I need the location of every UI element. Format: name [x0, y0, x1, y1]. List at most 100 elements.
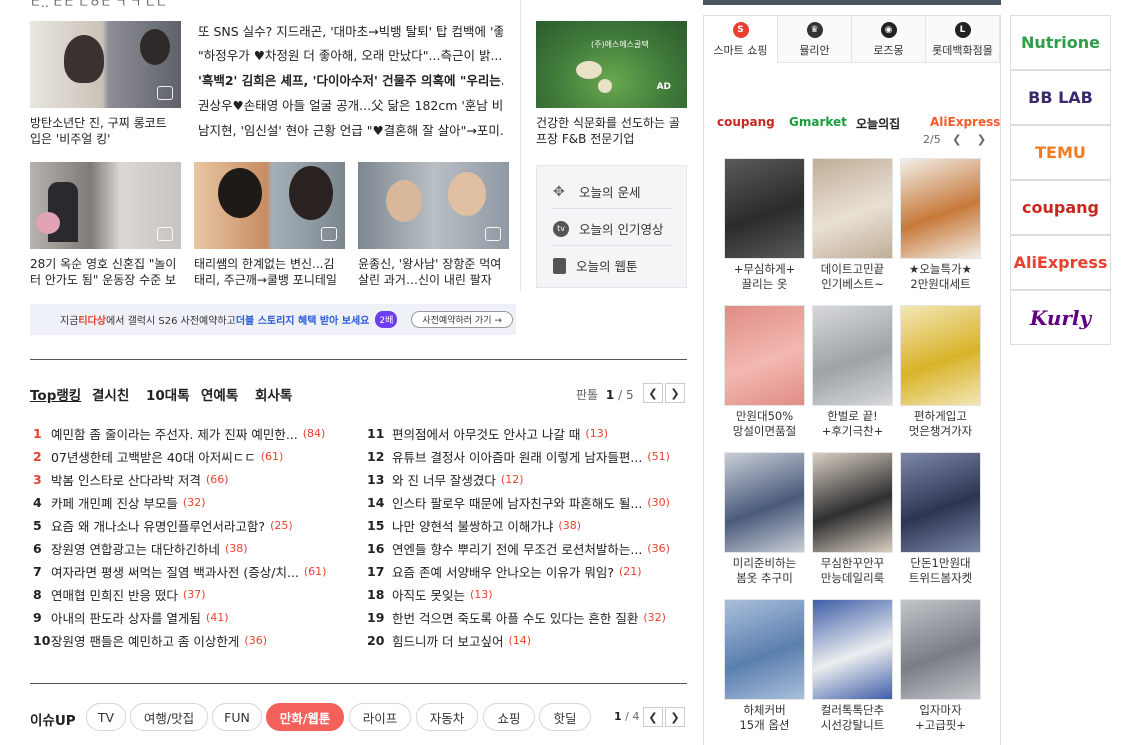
news-thumb-4[interactable] — [358, 162, 509, 249]
rank-comment-count: (61) — [260, 449, 284, 463]
product-card[interactable]: 하체커버 15개 옵션 — [724, 599, 805, 733]
issue-chip[interactable]: 여행/맛집 — [130, 703, 208, 731]
issue-chip[interactable]: FUN — [212, 703, 262, 731]
ranking-item[interactable]: 6 장원영 연합광고는 대단하긴하네 (38) — [33, 539, 353, 557]
news-caption-4[interactable]: 윤종신, '왕사남' 장항준 먹여 살린 과거…신이 내린 팔자 "은행 — [358, 256, 509, 288]
ranking-item[interactable]: 2 07년생한테 고백받은 40대 아저씨ㄷㄷ (61) — [33, 447, 353, 465]
side-item-webtoon[interactable]: 오늘의 웹툰 — [553, 256, 637, 275]
brand-link[interactable]: coupang — [1010, 180, 1111, 235]
news-thumb-3[interactable] — [194, 162, 345, 249]
mall-link[interactable]: coupang — [717, 115, 775, 129]
product-card[interactable]: 컬러톡톡단추 시선강탈니트 — [812, 599, 893, 733]
shop-tab[interactable]: S 스마트 쇼핑 — [704, 16, 778, 63]
tab-entertainment-talk[interactable]: 연예톡 — [201, 384, 238, 404]
ranking-item[interactable]: 14 인스타 팔로우 때문에 남자친구와 파혼해도 될... (30) — [367, 493, 687, 511]
ranking-next-button[interactable]: ❯ — [665, 383, 685, 403]
product-title: 편하게입고 멋은챙겨가자 — [908, 409, 973, 438]
rank-title: 카페 개민폐 진상 부모들 — [51, 495, 178, 511]
headline-3[interactable]: '흑백2' 김희은 셰프, '다이아수저' 건물주 의혹에 "우리는... — [198, 70, 503, 89]
ranking-item[interactable]: 9 아내의 판도라 상자를 열게됨 (41) — [33, 608, 353, 626]
ranking-item[interactable]: 10 장원영 팬들은 예민하고 좀 이상한게 (36) — [33, 631, 353, 649]
issue-chip[interactable]: 라이프 — [349, 703, 411, 731]
brand-link[interactable]: BB LAB — [1010, 70, 1111, 125]
rank-title: 요즘 왜 개나소나 유명인플루언서라고함? — [51, 518, 266, 534]
headline-4[interactable]: 권상우♥손태영 아들 얼굴 공개...父 닮은 182cm '훈남 비... — [198, 95, 503, 114]
issue-chip[interactable]: 자동차 — [416, 703, 478, 731]
headline-1[interactable]: 또 SNS 실수? 지드래곤, '대마초→빅뱅 탈퇴' 탑 컴백에 '좋... — [198, 21, 503, 40]
brand-link[interactable]: AliExpress — [1010, 235, 1111, 290]
ranking-item[interactable]: 16 연엔들 향수 뿌리기 전에 무조건 로션처발하는... (36) — [367, 539, 687, 557]
news-thumb-1[interactable] — [30, 21, 181, 108]
ranking-item[interactable]: 4 카페 개민폐 진상 부모들 (32) — [33, 493, 353, 511]
issue-chip[interactable]: 핫딜 — [539, 703, 591, 731]
product-card[interactable]: +무심하게+ 끌리는 옷 — [724, 158, 805, 292]
chevron-right-icon[interactable]: ❯ — [977, 133, 986, 146]
rank-comment-count: (66) — [205, 472, 229, 486]
ad-image[interactable]: (주)에스에스골텍 AD — [536, 21, 687, 108]
ranking-item[interactable]: 5 요즘 왜 개나소나 유명인플루언서라고함? (25) — [33, 516, 353, 534]
product-title: 입자마자 +고급핏+ — [914, 703, 966, 732]
tab-gyeolsichin[interactable]: 결시친 — [92, 384, 129, 404]
promo-banner[interactable]: 지금 티다상 에서 갤럭시 S26 사전예약하고 더블 스토리지 혜택 받아 보… — [30, 304, 516, 335]
product-card[interactable]: 미리준비하는 봄옷 추구미 — [724, 452, 805, 586]
ranking-item[interactable]: 12 유튜브 결정사 이아즘마 원래 이렇게 남자들편... (51) — [367, 447, 687, 465]
issue-prev-button[interactable]: ❮ — [643, 707, 663, 727]
ranking-item[interactable]: 17 요즘 존예 서양배우 안나오는 이유가 뭐임? (21) — [367, 562, 687, 580]
brand-link[interactable]: Nutrione — [1010, 15, 1111, 70]
brand-link[interactable]: Kurly — [1010, 290, 1111, 345]
shop-tab[interactable]: L 롯데백화점몰 — [926, 16, 1000, 63]
ranking-item[interactable]: 1 예민함 좀 줄이라는 주선자. 제가 진짜 예민한... (84) — [33, 424, 353, 442]
ranking-item[interactable]: 15 나만 양현석 불쌍하고 이해가냐 (38) — [367, 516, 687, 534]
ranking-item[interactable]: 19 한번 걱으면 죽도록 아플 수도 있다는 흔한 질환 (32) — [367, 608, 687, 626]
shop-tab-label: 스마트 쇼핑 — [713, 44, 768, 57]
shop-tab[interactable]: ♛ 뮬리안 — [778, 16, 852, 63]
product-card[interactable]: 입자마자 +고급핏+ — [900, 599, 981, 733]
side-item-fortune[interactable]: ✥ 오늘의 운세 — [553, 182, 640, 201]
issue-chip[interactable]: TV — [86, 703, 126, 731]
brand-link[interactable]: TEMU — [1010, 125, 1111, 180]
ranking-item[interactable]: 3 박봄 인스타로 산다라박 저격 (66) — [33, 470, 353, 488]
product-card[interactable]: 단돈1만원대 트위드봄자켓 — [900, 452, 981, 586]
tab-top-ranking[interactable]: Top랭킹 — [30, 384, 81, 404]
mall-link[interactable]: Gmarket — [789, 115, 847, 129]
news-caption-2[interactable]: 28기 옥순 영호 신혼집 "놀이터 안가도 됨" 운동장 수준 보니 — [30, 256, 181, 288]
issue-chip[interactable]: 만화/웹툰 — [266, 703, 344, 731]
tab-10daetalk[interactable]: 10대톡 — [146, 384, 190, 404]
ranking-item[interactable]: 13 와 진 너무 잘생겼다 (12) — [367, 470, 687, 488]
ranking-prev-button[interactable]: ❮ — [643, 383, 663, 403]
mall-link[interactable]: 오늘의집 — [856, 115, 900, 132]
ranking-item[interactable]: 7 여자라면 평생 써먹는 질염 백과사전 (증상/치... (61) — [33, 562, 353, 580]
ad-caption[interactable]: 건강한 식문화를 선도하는 골프장 F&B 전문기업 — [536, 115, 687, 147]
headline-5[interactable]: 남지현, '임신설' 현아 근황 언급 "♥결혼해 잘 살아"→포미... — [198, 120, 503, 139]
tab-company-talk[interactable]: 회사톡 — [255, 384, 292, 404]
news-thumb-2[interactable] — [30, 162, 181, 249]
product-card[interactable]: 만원대50% 망설이면품절 — [724, 305, 805, 439]
issue-chip[interactable]: 쇼핑 — [483, 703, 535, 731]
ranking-item[interactable]: 11 편의점에서 아무것도 안사고 나갈 때 (13) — [367, 424, 687, 442]
ranking-item[interactable]: 18 아직도 못잊는 (13) — [367, 585, 687, 603]
news-caption-3[interactable]: 태리쌤의 한계없는 변신...김태리, 주근깨→쿨뱅 포니테일 — [194, 256, 345, 288]
banner-button[interactable]: 사전예약하러 가기 → — [411, 311, 513, 328]
product-card[interactable]: 무심한꾸안꾸 만능데일리룩 — [812, 452, 893, 586]
product-card[interactable]: 한벌로 끝! +후기극찬+ — [812, 305, 893, 439]
product-card[interactable]: 데이트고민끝 인기베스트~ — [812, 158, 893, 292]
news-caption-1[interactable]: 방탄소년단 진, 구찌 롱코트 입은 '비주얼 킹' — [30, 115, 181, 147]
shop-tab[interactable]: ◉ 로즈몽 — [852, 16, 926, 63]
ranking-item[interactable]: 8 연매협 민희진 반응 떴다 (37) — [33, 585, 353, 603]
rank-title: 와 진 너무 잘생겼다 — [392, 472, 496, 488]
chevron-left-icon: ❮ — [648, 386, 658, 400]
ranking-item[interactable]: 20 힘드니까 더 보고싶어 (14) — [367, 631, 687, 649]
mall-link[interactable]: AliExpress — [930, 115, 1000, 129]
product-card[interactable]: ★오늘특가★ 2만원대세트 — [900, 158, 981, 292]
issue-next-button[interactable]: ❯ — [665, 707, 685, 727]
rank-title: 인스타 팔로우 때문에 남자친구와 파혼해도 될... — [392, 495, 643, 511]
product-image — [724, 452, 805, 553]
side-item-video[interactable]: tv 오늘의 인기영상 — [553, 219, 663, 238]
chevron-left-icon[interactable]: ❮ — [952, 133, 961, 146]
rank-comment-count: (25) — [270, 518, 293, 532]
rank-comment-count: (32) — [643, 610, 666, 624]
shop-logo-icon: L — [954, 22, 971, 38]
headline-2[interactable]: "하정우가 ♥차정원 더 좋아해, 오래 만났다"...측근이 밝... — [198, 45, 503, 64]
rank-comment-count: (13) — [469, 587, 493, 601]
product-card[interactable]: 편하게입고 멋은챙겨가자 — [900, 305, 981, 439]
